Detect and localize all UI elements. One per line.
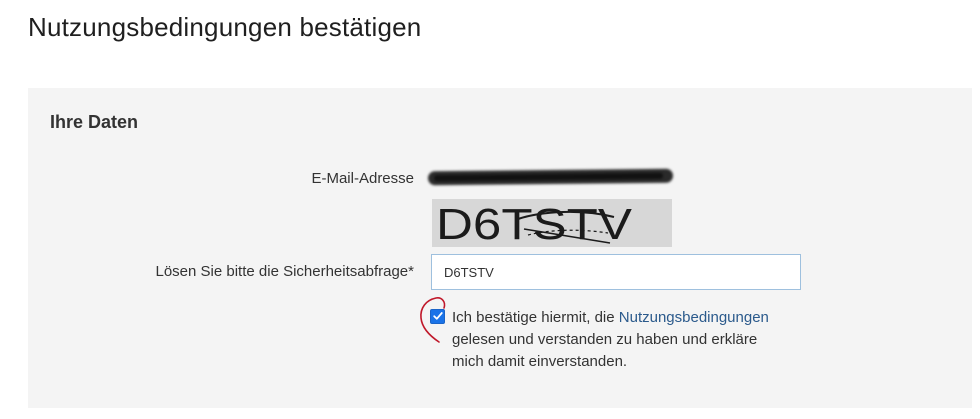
- checkmark-icon: [433, 312, 443, 320]
- email-value-redacted: [427, 168, 674, 186]
- terms-checkbox-wrapper[interactable]: [430, 309, 446, 325]
- terms-consent-text: Ich bestätige hiermit, die Nutzungsbedin…: [452, 307, 792, 373]
- page-title: Nutzungsbedingungen bestätigen: [28, 12, 422, 42]
- terms-checkbox[interactable]: [430, 309, 445, 324]
- captcha-input[interactable]: [431, 254, 801, 290]
- captcha-label: Lösen Sie bitte die Sicherheitsabfrage*: [155, 263, 414, 280]
- captcha-image-text: D6TSTV: [436, 200, 633, 247]
- consent-text-before: Ich bestätige hiermit, die: [452, 309, 619, 326]
- captcha-image: D6TSTV: [432, 199, 672, 247]
- email-label: E-Mail-Adresse: [311, 170, 414, 187]
- your-data-panel: Ihre Daten E-Mail-Adresse D6TSTV Lösen S…: [28, 88, 972, 408]
- consent-text-after: gelesen und verstanden zu haben und erkl…: [452, 331, 758, 370]
- section-title: Ihre Daten: [50, 112, 139, 132]
- terms-of-use-link[interactable]: Nutzungsbedingungen: [619, 309, 769, 326]
